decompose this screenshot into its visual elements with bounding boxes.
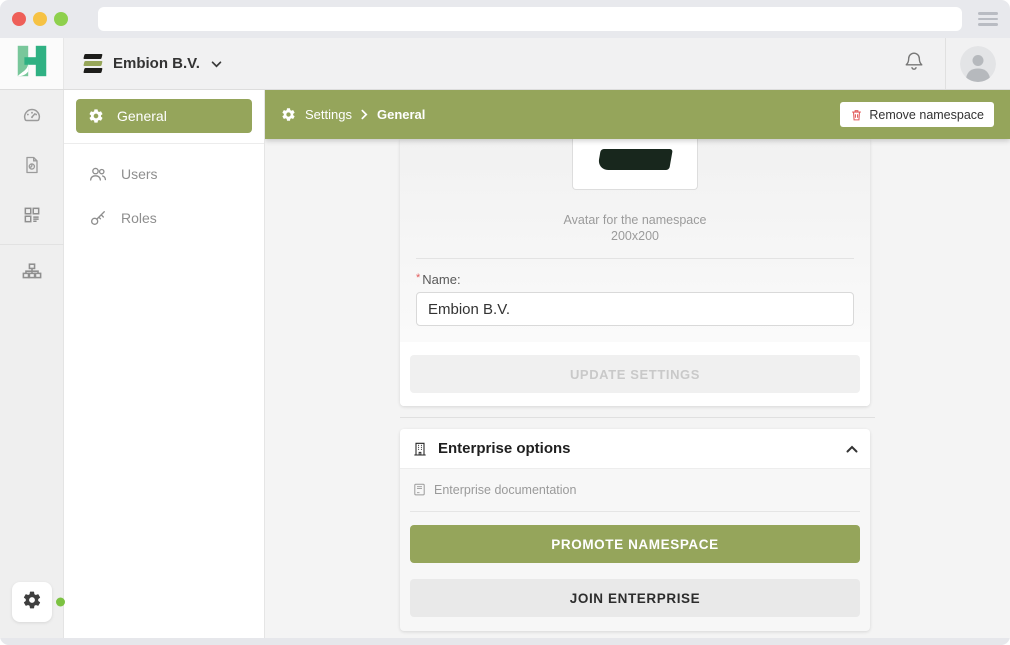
app-header: Embion B.V. bbox=[0, 38, 1010, 90]
dashboard-gauge-icon bbox=[21, 104, 43, 131]
sitemap-icon bbox=[21, 261, 43, 288]
gear-icon bbox=[281, 107, 296, 122]
app-logo[interactable] bbox=[0, 38, 64, 89]
rail-item-apps[interactable] bbox=[0, 192, 64, 242]
h-logo-icon bbox=[13, 42, 51, 85]
name-input[interactable] bbox=[416, 292, 854, 326]
remove-namespace-label: Remove namespace bbox=[869, 108, 984, 122]
join-enterprise-button[interactable]: JOIN ENTERPRISE bbox=[410, 579, 860, 617]
enterprise-documentation-link[interactable]: Enterprise documentation bbox=[410, 475, 860, 504]
browser-chrome bbox=[0, 0, 1010, 38]
window-close-button[interactable] bbox=[12, 12, 26, 26]
namespace-avatar-upload[interactable] bbox=[572, 139, 698, 190]
status-dot bbox=[56, 598, 65, 607]
browser-menu-icon[interactable] bbox=[978, 8, 998, 31]
window-controls bbox=[12, 12, 68, 26]
avatar-caption-size: 200x200 bbox=[400, 228, 870, 244]
browser-window: Embion B.V. bbox=[0, 0, 1010, 645]
window-zoom-button[interactable] bbox=[54, 12, 68, 26]
rail-item-hierarchy[interactable] bbox=[0, 249, 64, 299]
avatar-caption: Avatar for the namespace 200x200 bbox=[400, 212, 870, 244]
sidebar-divider bbox=[64, 143, 264, 144]
settings-content: Avatar for the namespace 200x200 *Name: … bbox=[265, 139, 1010, 638]
rail-settings-button[interactable] bbox=[12, 582, 52, 622]
bell-icon bbox=[903, 50, 925, 77]
key-icon bbox=[88, 208, 108, 228]
chevron-right-icon bbox=[361, 109, 368, 120]
name-field-label: *Name: bbox=[400, 259, 870, 292]
header-divider bbox=[945, 38, 946, 89]
settings-sidebar: General Users bbox=[64, 90, 265, 638]
enterprise-divider bbox=[410, 511, 860, 512]
sidebar-item-roles[interactable]: Roles bbox=[76, 201, 252, 235]
chevron-up-icon bbox=[846, 445, 858, 453]
enterprise-options-header[interactable]: Enterprise options bbox=[400, 429, 870, 469]
namespace-avatar-image bbox=[597, 149, 673, 170]
rail-item-documents[interactable] bbox=[0, 142, 64, 192]
users-icon bbox=[88, 164, 108, 184]
general-settings-card: Avatar for the namespace 200x200 *Name: … bbox=[400, 139, 870, 406]
required-asterisk: * bbox=[416, 272, 420, 284]
book-icon bbox=[412, 482, 427, 497]
sidebar-item-label: Users bbox=[121, 166, 158, 182]
enterprise-options-card: Enterprise options bbox=[400, 429, 870, 631]
building-icon bbox=[412, 440, 428, 458]
user-silhouette-icon bbox=[960, 46, 996, 82]
rail-divider bbox=[0, 244, 64, 245]
update-settings-button[interactable]: UPDATE SETTINGS bbox=[410, 355, 860, 393]
namespace-switcher[interactable]: Embion B.V. bbox=[64, 54, 222, 73]
promote-namespace-button[interactable]: PROMOTE NAMESPACE bbox=[410, 525, 860, 563]
sidebar-item-general[interactable]: General bbox=[76, 99, 252, 133]
icon-rail bbox=[0, 90, 64, 638]
card-separator bbox=[400, 417, 875, 418]
avatar-caption-line1: Avatar for the namespace bbox=[400, 212, 870, 228]
sidebar-item-label: Roles bbox=[121, 210, 157, 226]
chevron-down-icon bbox=[211, 55, 222, 73]
breadcrumb-settings-link[interactable]: Settings bbox=[305, 107, 352, 122]
main-area: Settings General Remove namespace bbox=[265, 90, 1010, 638]
window-bottom-edge bbox=[0, 638, 1010, 645]
sidebar-item-label: General bbox=[117, 108, 167, 124]
sidebar-item-users[interactable]: Users bbox=[76, 157, 252, 191]
rail-item-dashboard[interactable] bbox=[0, 92, 64, 142]
enterprise-options-title: Enterprise options bbox=[438, 440, 571, 457]
notifications-button[interactable] bbox=[903, 50, 925, 77]
window-minimize-button[interactable] bbox=[33, 12, 47, 26]
breadcrumb-current-page: General bbox=[377, 107, 425, 122]
gear-icon bbox=[22, 590, 42, 615]
remove-namespace-button[interactable]: Remove namespace bbox=[840, 102, 994, 127]
embion-logo-icon bbox=[84, 54, 102, 73]
url-bar[interactable] bbox=[98, 7, 962, 31]
namespace-name: Embion B.V. bbox=[113, 55, 200, 72]
apps-grid-icon bbox=[22, 205, 42, 230]
enterprise-documentation-label: Enterprise documentation bbox=[434, 483, 576, 497]
document-report-icon bbox=[22, 154, 42, 181]
user-avatar[interactable] bbox=[960, 46, 996, 82]
trash-icon bbox=[850, 108, 863, 122]
gear-icon bbox=[88, 108, 104, 124]
breadcrumb-bar: Settings General Remove namespace bbox=[265, 90, 1010, 139]
